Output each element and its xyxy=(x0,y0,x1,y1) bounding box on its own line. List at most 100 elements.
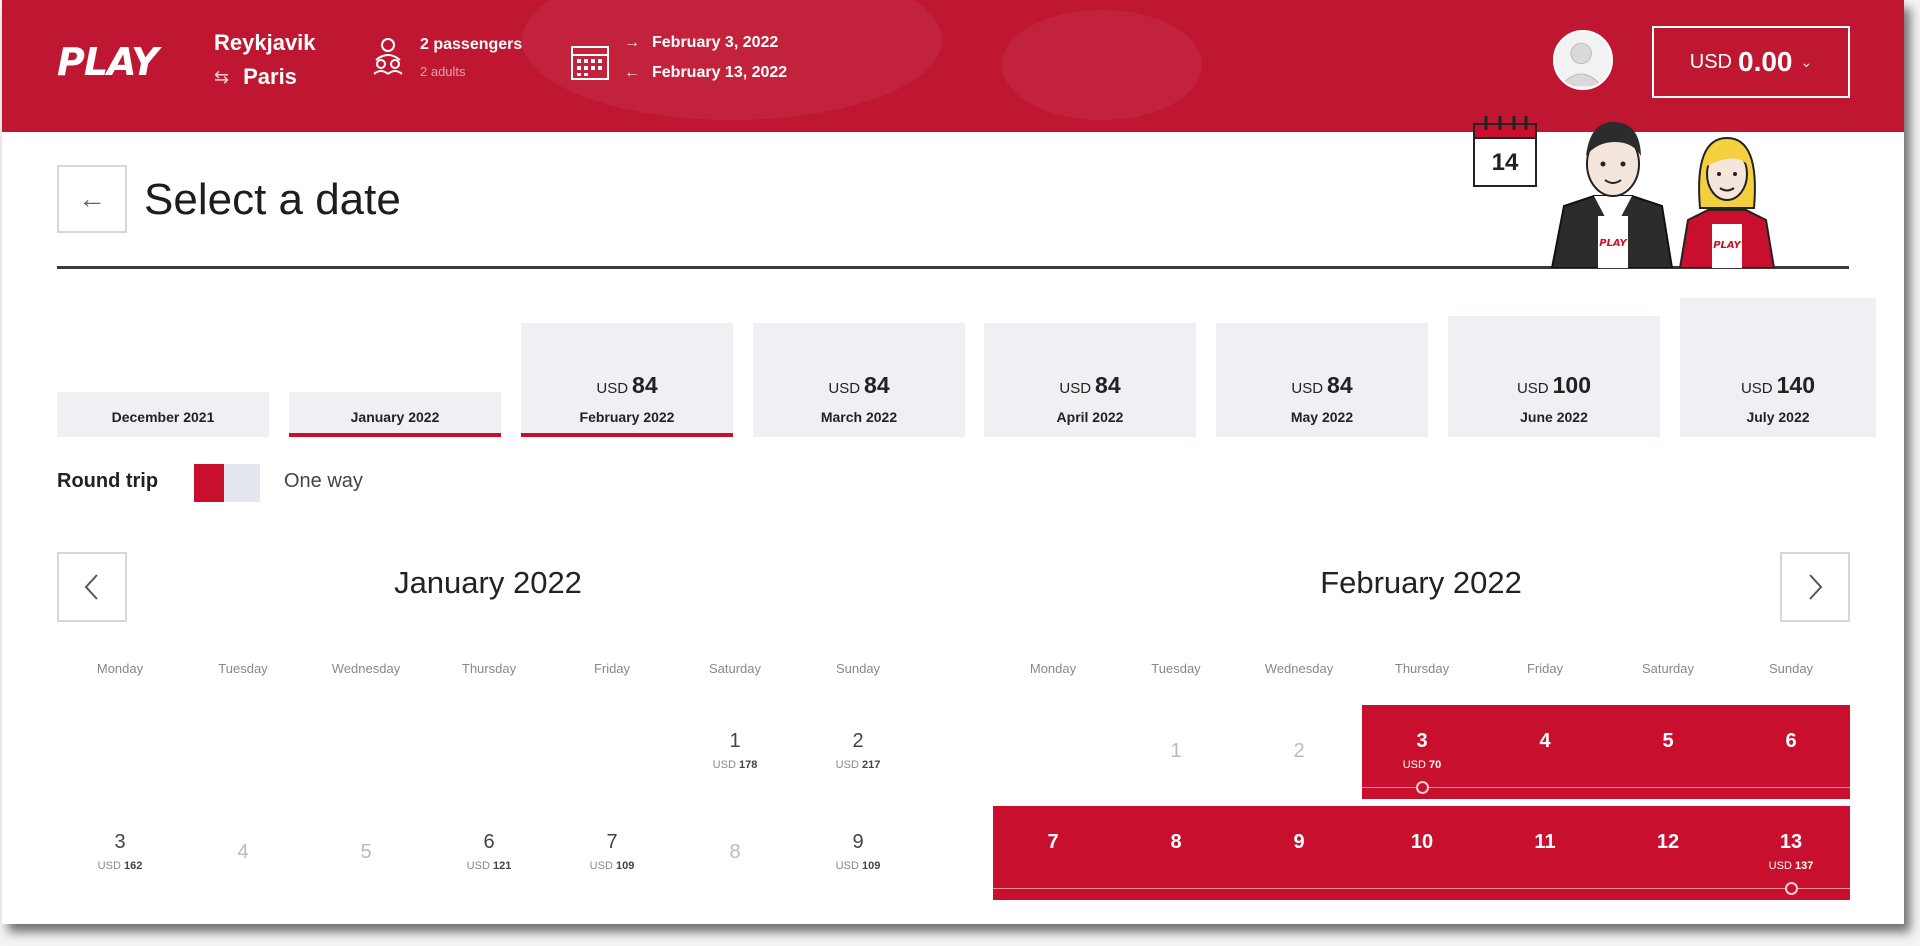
cart-amount: 0.00 xyxy=(1738,46,1793,77)
outbound-arrow-icon: → xyxy=(624,34,640,51)
return-marker-icon xyxy=(1785,882,1798,895)
man-figure: PLAY xyxy=(1550,122,1674,268)
prev-month-button[interactable] xyxy=(57,552,127,622)
user-avatar[interactable] xyxy=(1553,30,1613,90)
month-tab-july-2022[interactable]: USD 140 July 2022 xyxy=(1680,298,1876,437)
month-tab-june-2022[interactable]: USD 100 June 2022 xyxy=(1448,316,1660,437)
toggle-knob xyxy=(194,464,224,502)
month-tab-label: February 2022 xyxy=(579,409,675,425)
weekday-label: Sunday xyxy=(835,661,881,676)
calendar-day-in-range[interactable]: 12 xyxy=(1608,831,1728,854)
calendar-day[interactable]: 9 USD 109 xyxy=(798,831,918,872)
date-summary[interactable]: → February 3, 2022 ← February 13, 2022 xyxy=(570,34,787,82)
play-logo[interactable]: PLAY xyxy=(57,40,159,84)
month-tab-price: USD 84 xyxy=(1059,372,1121,398)
arrow-left-icon: ← xyxy=(78,183,106,214)
cart-currency: USD xyxy=(1689,50,1732,73)
toggle-track xyxy=(224,464,260,502)
calendar-badge-icon: 14 xyxy=(1473,116,1537,187)
right-month-title: February 2022 xyxy=(1320,565,1522,600)
calendar-day-selected-departure[interactable]: 3 USD 70 xyxy=(1362,730,1482,771)
calendar-day-in-range[interactable]: 6 xyxy=(1731,730,1851,753)
calendar-day-unavailable: 1 xyxy=(1170,740,1182,762)
month-tab-february-2022[interactable]: USD 84 February 2022 xyxy=(521,323,733,437)
month-tab-price: USD 84 xyxy=(828,372,890,398)
destination-city: Paris xyxy=(243,64,297,89)
weekday-label: Wednesday xyxy=(331,661,401,676)
calendar-day-in-range[interactable]: 9 xyxy=(1239,831,1359,854)
calendar-day[interactable]: 1 USD 178 xyxy=(675,730,795,771)
month-tab-label: June 2022 xyxy=(1520,409,1588,425)
weekday-label: Sunday xyxy=(1768,661,1814,676)
calendar-icon xyxy=(571,46,609,80)
month-tab-price: USD 84 xyxy=(1291,372,1353,398)
calendar-day[interactable]: 6 USD 121 xyxy=(429,831,549,872)
mascot-illustration: 14 PLAY PLAY xyxy=(1473,116,1776,268)
month-tab-label: April 2022 xyxy=(1056,409,1124,425)
swap-arrows-icon: ⇆ xyxy=(214,66,230,87)
calendar-day-selected-return[interactable]: 13 USD 137 xyxy=(1731,831,1851,872)
back-button[interactable]: ← xyxy=(57,165,127,233)
weekday-label: Thursday xyxy=(1394,661,1450,676)
month-tab-march-2022[interactable]: USD 84 March 2022 xyxy=(753,323,965,437)
svg-text:PLAY: PLAY xyxy=(1599,238,1628,249)
passenger-summary[interactable]: 2 passengers 2 adults xyxy=(370,36,522,79)
svg-text:PLAY: PLAY xyxy=(1713,240,1742,251)
return-date: February 13, 2022 xyxy=(652,64,788,81)
month-tab-label: January 2022 xyxy=(350,409,440,425)
weekday-label: Monday xyxy=(96,661,144,676)
map-decoration xyxy=(1002,10,1202,120)
weekday-label: Friday xyxy=(593,661,631,676)
round-trip-label[interactable]: Round trip xyxy=(57,470,158,493)
app-window: PLAY Reykjavik ⇆ Paris 2 passengers 2 ad… xyxy=(2,0,1904,924)
calendar-day-unavailable: 8 xyxy=(729,841,741,863)
left-month-title: January 2022 xyxy=(394,565,582,600)
outbound-date: February 3, 2022 xyxy=(652,34,779,51)
one-way-label[interactable]: One way xyxy=(284,470,363,493)
weekday-label: Friday xyxy=(1526,661,1564,676)
user-icon xyxy=(1560,42,1603,87)
month-tab-december-2021[interactable]: December 2021 xyxy=(57,392,269,437)
trip-type-toggle[interactable] xyxy=(194,464,260,502)
calendar-day-unavailable: 4 xyxy=(237,841,249,863)
month-tab-price: USD 84 xyxy=(596,372,658,398)
weekday-label: Saturday xyxy=(708,661,762,676)
route-summary[interactable]: Reykjavik ⇆ Paris xyxy=(214,30,316,90)
cart-total-button[interactable]: USD 0.00 ⌄ xyxy=(1652,26,1850,98)
weekday-label: Monday xyxy=(1029,661,1077,676)
calendar-day-in-range[interactable]: 11 xyxy=(1485,831,1605,854)
calendar-day[interactable]: 3 USD 162 xyxy=(60,831,180,872)
month-tab-label: May 2022 xyxy=(1290,409,1354,425)
chevron-left-icon xyxy=(84,574,98,600)
month-tab-april-2022[interactable]: USD 84 April 2022 xyxy=(984,323,1196,437)
weekday-label: Saturday xyxy=(1641,661,1695,676)
passenger-count: 2 passengers xyxy=(420,36,523,53)
calendar-day-in-range[interactable]: 4 xyxy=(1485,730,1605,753)
passengers-icon xyxy=(373,38,403,75)
month-tab-label: December 2021 xyxy=(111,409,215,425)
weekday-label: Tuesday xyxy=(1151,661,1201,676)
weekday-label: Thursday xyxy=(461,661,517,676)
calendar-day[interactable]: 2 USD 217 xyxy=(798,730,918,771)
chevron-right-icon xyxy=(1809,574,1823,600)
page-title: Select a date xyxy=(144,175,401,224)
calendar-day-unavailable: 5 xyxy=(360,841,372,863)
calendar-day-in-range[interactable]: 10 xyxy=(1362,831,1482,854)
month-tab-price: USD 140 xyxy=(1740,372,1816,398)
calendar-day-in-range[interactable]: 5 xyxy=(1608,730,1728,753)
weekday-label: Wednesday xyxy=(1264,661,1334,676)
departure-marker-icon xyxy=(1416,781,1429,794)
month-tab-label: July 2022 xyxy=(1746,409,1810,425)
weekday-label: Tuesday xyxy=(218,661,268,676)
month-tab-january-2022[interactable]: January 2022 xyxy=(289,392,501,437)
next-month-button[interactable] xyxy=(1780,552,1850,622)
origin-city: Reykjavik xyxy=(214,30,316,55)
month-tab-may-2022[interactable]: USD 84 May 2022 xyxy=(1216,323,1428,437)
woman-figure: PLAY xyxy=(1678,136,1776,268)
month-tab-price: USD 100 xyxy=(1516,372,1592,398)
calendar-day-in-range[interactable]: 8 xyxy=(1116,831,1236,854)
calendar-day-in-range[interactable]: 7 xyxy=(993,831,1113,854)
calendar-day[interactable]: 7 USD 109 xyxy=(552,831,672,872)
calendar-day-unavailable: 2 xyxy=(1293,740,1305,762)
return-arrow-icon: ← xyxy=(624,64,640,81)
